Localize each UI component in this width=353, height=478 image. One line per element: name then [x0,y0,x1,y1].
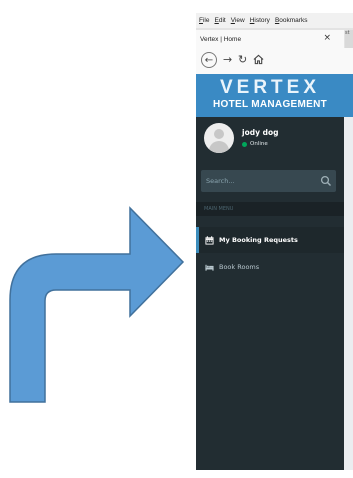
browser-menubar: File Edit View History Bookmarks [196,13,353,28]
tab-close-icon[interactable]: × [323,33,331,43]
browser-navbar: ← → ↻ [196,48,353,74]
sidebar-item-label: Book Rooms [219,263,260,271]
sidebar-item-label: My Booking Requests [219,236,298,244]
sidebar-item-book-rooms[interactable]: Book Rooms [196,254,344,280]
menu-edit[interactable]: Edit [215,17,226,24]
tab-vertex-home[interactable]: Vertex | Home × [196,30,344,48]
sidebar-item-my-booking-requests[interactable]: My Booking Requests [196,227,344,253]
sidebar: jody dog Online MAIN MENU [196,117,344,470]
menu-view[interactable]: View [231,17,245,24]
username: jody dog [242,128,279,137]
back-arrow-icon[interactable]: ← [201,52,217,68]
browser-tabbar: Vertex | Home × st [196,28,353,48]
forward-arrow-icon[interactable]: → [223,53,232,66]
search-input[interactable] [201,170,321,192]
curved-arrow-graphic [9,206,185,403]
home-icon[interactable] [253,54,264,68]
user-status[interactable]: Online [242,141,268,147]
content-area [344,117,353,470]
sidebar-search [201,170,336,192]
search-icon[interactable] [320,175,332,187]
online-dot-icon [242,141,247,147]
brand-subtitle: HOTEL MANAGEMENT [212,99,328,110]
menu-file[interactable]: File [199,17,210,24]
menu-history[interactable]: History [250,17,270,24]
calendar-icon [205,235,214,245]
tab-title: Vertex | Home [200,35,242,43]
browser-window: File Edit View History Bookmarks Vertex … [196,13,353,470]
status-label: Online [250,141,268,147]
reload-icon[interactable]: ↻ [238,53,247,66]
brand-header[interactable]: VERTEX HOTEL MANAGEMENT [196,74,353,117]
bed-icon [205,264,214,271]
user-panel: jody dog Online [196,117,344,161]
tab-next[interactable]: st [345,30,353,48]
brand-logo: VERTEX [219,77,321,98]
menu-bookmarks[interactable]: Bookmarks [275,17,308,24]
avatar [204,123,234,153]
menu-header: MAIN MENU [196,202,344,216]
